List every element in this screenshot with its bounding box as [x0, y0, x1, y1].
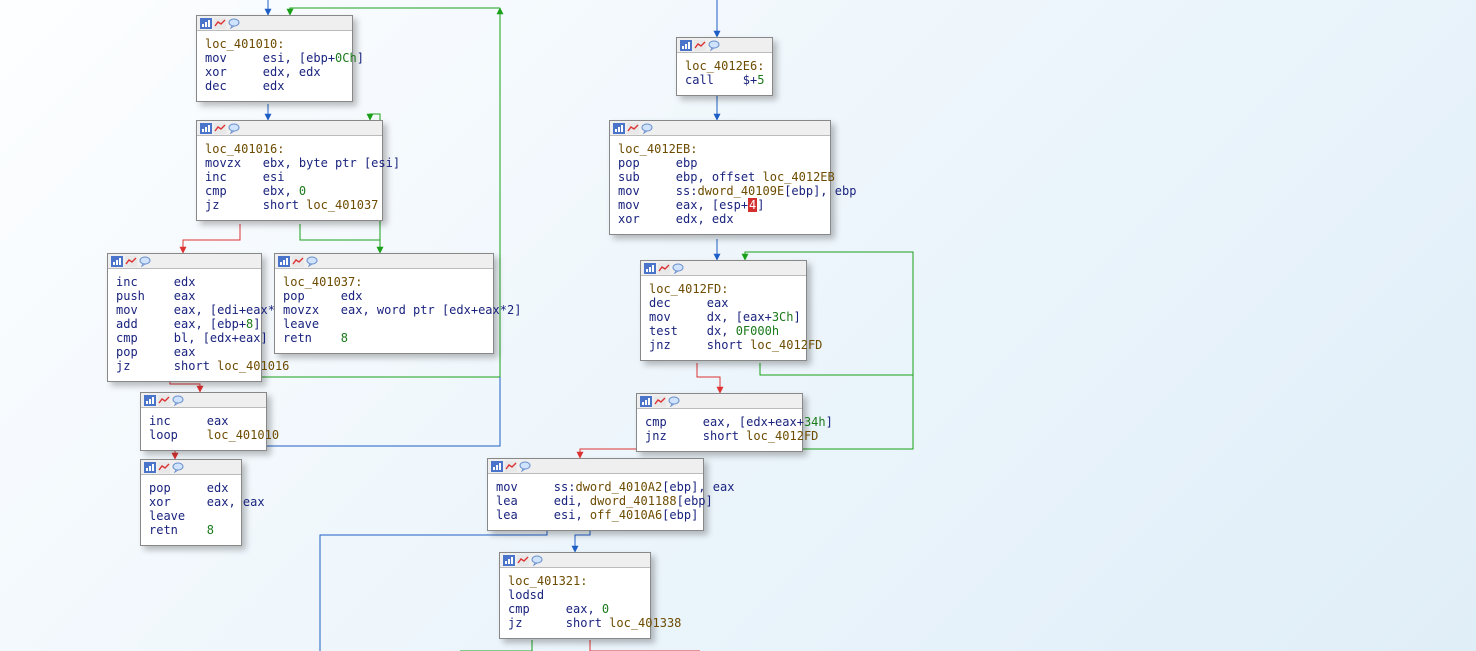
code: loc_401037: pop edx movzx eax, word ptr … — [275, 269, 493, 353]
code: inc eax loop loc_401010 — [141, 408, 266, 450]
code: pop edx xor eax, eax leave retn 8 — [141, 475, 241, 545]
code: loc_401321: lodsd cmp eax, 0 jz short lo… — [500, 568, 650, 638]
block-loop-401040[interactable]: inc eax loop loc_401010 — [140, 392, 267, 451]
graph-canvas[interactable]: loc_401010: mov esi, [ebp+0Ch] xor edx, … — [0, 0, 1476, 651]
code: loc_4012FD: dec eax mov dx, [eax+3Ch] te… — [641, 276, 806, 360]
block-loc_401010[interactable]: loc_401010: mov esi, [ebp+0Ch] xor edx, … — [196, 15, 353, 102]
block-fallthrough-401026[interactable]: inc edx push eax mov eax, [edi+eax*4] ad… — [107, 253, 262, 382]
node-titlebar — [197, 16, 352, 31]
block-loc_401016[interactable]: loc_401016: movzx ebx, byte ptr [esi] in… — [196, 120, 383, 221]
node-titlebar — [637, 394, 802, 409]
node-titlebar — [677, 38, 772, 53]
block-loc_4012E6[interactable]: loc_4012E6: call $+5 — [676, 37, 773, 96]
node-titlebar — [610, 121, 830, 136]
code: loc_4012E6: call $+5 — [677, 53, 772, 95]
node-titlebar — [197, 121, 382, 136]
block-loc_4012EB[interactable]: loc_4012EB: pop ebp sub ebp, offset loc_… — [609, 120, 831, 235]
node-titlebar — [500, 553, 650, 568]
block-mov-401312[interactable]: mov ss:dword_4010A2[ebp], eax lea edi, d… — [487, 458, 704, 531]
code: inc edx push eax mov eax, [edi+eax*4] ad… — [108, 269, 261, 381]
block-loc_401321[interactable]: loc_401321: lodsd cmp eax, 0 jz short lo… — [499, 552, 651, 639]
block-cmp-40130B[interactable]: cmp eax, [edx+eax+34h] jnz short loc_401… — [636, 393, 803, 452]
node-titlebar — [141, 460, 241, 475]
code: cmp eax, [edx+eax+34h] jnz short loc_401… — [637, 409, 802, 451]
block-loc_401037[interactable]: loc_401037: pop edx movzx eax, word ptr … — [274, 253, 494, 354]
code: mov ss:dword_4010A2[ebp], eax lea edi, d… — [488, 474, 703, 530]
node-titlebar — [275, 254, 493, 269]
block-exit-401050[interactable]: pop edx xor eax, eax leave retn 8 — [140, 459, 242, 546]
node-titlebar — [108, 254, 261, 269]
block-loc_4012FD[interactable]: loc_4012FD: dec eax mov dx, [eax+3Ch] te… — [640, 260, 807, 361]
node-titlebar — [641, 261, 806, 276]
code: loc_401010: mov esi, [ebp+0Ch] xor edx, … — [197, 31, 352, 101]
node-titlebar — [488, 459, 703, 474]
code: loc_4012EB: pop ebp sub ebp, offset loc_… — [610, 136, 830, 234]
code: loc_401016: movzx ebx, byte ptr [esi] in… — [197, 136, 382, 220]
node-titlebar — [141, 393, 266, 408]
